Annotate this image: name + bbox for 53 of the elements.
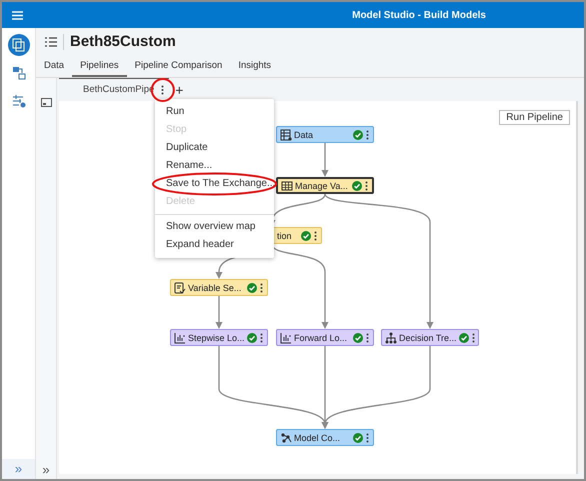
node-label: Model Co... bbox=[294, 432, 340, 442]
node-label: Variable Se... bbox=[188, 282, 242, 292]
node-type-icon bbox=[281, 180, 293, 192]
run-pipeline-button[interactable]: Run Pipeline bbox=[499, 110, 570, 125]
connector bbox=[216, 296, 222, 329]
expand-button[interactable]: » bbox=[42, 462, 50, 479]
panel-icon[interactable] bbox=[40, 98, 52, 107]
more-icon[interactable] bbox=[470, 332, 476, 342]
settings-icon bbox=[12, 94, 26, 108]
tab[interactable]: Pipeline Comparison bbox=[126, 55, 230, 77]
more-icon[interactable] bbox=[259, 332, 264, 342]
pipeline-node[interactable]: Variable Se... bbox=[170, 279, 268, 296]
more-icon[interactable] bbox=[365, 130, 370, 140]
pipeline-node[interactable]: Data bbox=[276, 126, 374, 143]
node-label: Decision Tre... bbox=[399, 332, 457, 342]
more-icon[interactable] bbox=[364, 180, 369, 190]
pipeline-node[interactable]: Model Co... bbox=[276, 429, 374, 446]
menu-item[interactable]: Duplicate bbox=[155, 139, 274, 157]
node-type-icon bbox=[280, 128, 292, 140]
node-type-icon bbox=[280, 332, 292, 344]
tab[interactable]: Insights bbox=[230, 55, 280, 77]
pages-icon bbox=[12, 38, 26, 52]
node-type-icon bbox=[280, 432, 292, 444]
menu-item[interactable]: Rename... bbox=[155, 157, 274, 175]
add-pipeline-button[interactable]: + bbox=[175, 82, 184, 96]
node-label: Manage Va... bbox=[295, 180, 348, 190]
more-icon[interactable] bbox=[259, 282, 264, 292]
list-icon[interactable] bbox=[45, 36, 57, 46]
node-type-icon bbox=[385, 332, 397, 344]
project-title: Beth85Custom bbox=[70, 33, 176, 50]
nav-rail-item[interactable] bbox=[8, 34, 30, 56]
pipeline-node[interactable]: Forward Lo... bbox=[276, 329, 374, 346]
pipeline-node[interactable]: Stepwise Lo... bbox=[170, 329, 268, 346]
more-icon[interactable] bbox=[160, 85, 166, 95]
tab[interactable]: Data bbox=[36, 55, 72, 77]
node-label: tion bbox=[277, 230, 292, 240]
node-label: Forward Lo... bbox=[294, 332, 348, 342]
more-icon[interactable] bbox=[365, 332, 370, 342]
menu-item[interactable]: Save to The Exchange... bbox=[155, 175, 274, 193]
app-title: Model Studio - Build Models bbox=[352, 10, 486, 20]
node-label: Data bbox=[294, 130, 314, 140]
node-label: Stepwise Lo... bbox=[188, 332, 245, 342]
pipeline-node[interactable]: Manage Va... bbox=[276, 177, 374, 194]
pipeline-node[interactable]: Decision Tre... bbox=[381, 329, 479, 346]
menu-item[interactable]: Run bbox=[155, 103, 274, 121]
more-icon[interactable] bbox=[365, 432, 370, 442]
tab[interactable]: Pipelines bbox=[72, 55, 127, 77]
flow-icon bbox=[12, 66, 26, 80]
more-icon[interactable] bbox=[313, 230, 318, 240]
node-type-icon bbox=[174, 282, 186, 294]
connector bbox=[322, 143, 328, 177]
node-type-icon bbox=[174, 332, 186, 344]
menu-icon[interactable] bbox=[12, 10, 23, 20]
